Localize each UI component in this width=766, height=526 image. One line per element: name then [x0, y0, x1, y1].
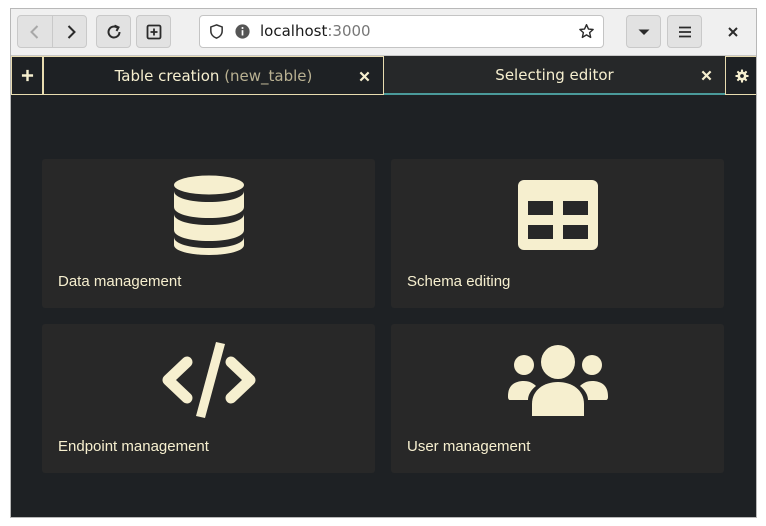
url-bar[interactable]: localhost:3000	[199, 15, 604, 48]
table-icon	[391, 180, 724, 250]
card-data-management[interactable]: Data management	[42, 159, 375, 308]
tab-subtitle: (new_table)	[224, 66, 313, 85]
reload-button[interactable]	[96, 15, 131, 48]
gear-icon	[734, 68, 749, 83]
tab-title: Selecting editor	[495, 65, 614, 84]
tab-table-creation[interactable]: Table creation (new_table)	[43, 56, 384, 95]
chevron-down-icon	[638, 29, 649, 35]
url-host: localhost	[260, 22, 328, 40]
new-tab-button[interactable]	[136, 15, 171, 48]
tab-selecting-editor[interactable]: Selecting editor	[384, 56, 725, 95]
plus-square-icon	[146, 24, 161, 39]
url-text[interactable]: localhost:3000	[260, 16, 371, 47]
url-port: :3000	[327, 22, 371, 40]
card-label: Endpoint management	[58, 438, 209, 455]
info-icon[interactable]	[234, 23, 251, 40]
card-label: User management	[407, 438, 531, 455]
tab-close-button[interactable]	[697, 66, 715, 84]
card-label: Schema editing	[407, 273, 511, 290]
card-label: Data management	[58, 273, 182, 290]
tab-title: Table creation	[114, 66, 220, 85]
close-icon	[359, 71, 369, 81]
window-close-button[interactable]	[715, 15, 750, 48]
back-arrow-icon	[30, 24, 39, 39]
shield-icon[interactable]	[208, 23, 225, 40]
forward-arrow-icon	[67, 24, 76, 39]
code-icon	[42, 340, 375, 420]
card-user-management[interactable]: User management	[391, 324, 724, 473]
database-icon	[42, 175, 375, 255]
settings-button[interactable]	[725, 56, 756, 95]
star-icon[interactable]	[578, 23, 595, 40]
reload-icon	[107, 24, 120, 38]
card-schema-editing[interactable]: Schema editing	[391, 159, 724, 308]
back-button[interactable]	[18, 16, 53, 47]
tab-strip: Table creation (new_table) Selecting edi…	[11, 56, 756, 96]
plus-icon	[21, 69, 33, 82]
downloads-dropdown-button[interactable]	[626, 15, 661, 48]
menu-button[interactable]	[667, 15, 702, 48]
hamburger-menu-icon	[678, 26, 691, 37]
users-icon	[391, 344, 724, 416]
forward-button[interactable]	[53, 16, 88, 47]
close-icon	[727, 26, 738, 37]
tab-close-button[interactable]	[355, 67, 373, 85]
close-icon	[701, 70, 711, 80]
card-endpoint-management[interactable]: Endpoint management	[42, 324, 375, 473]
browser-toolbar: localhost:3000	[11, 9, 756, 56]
nav-button-group	[17, 15, 87, 48]
browser-window: localhost:3000 Table creation (new_table…	[10, 8, 757, 518]
add-tab-button[interactable]	[11, 56, 43, 95]
